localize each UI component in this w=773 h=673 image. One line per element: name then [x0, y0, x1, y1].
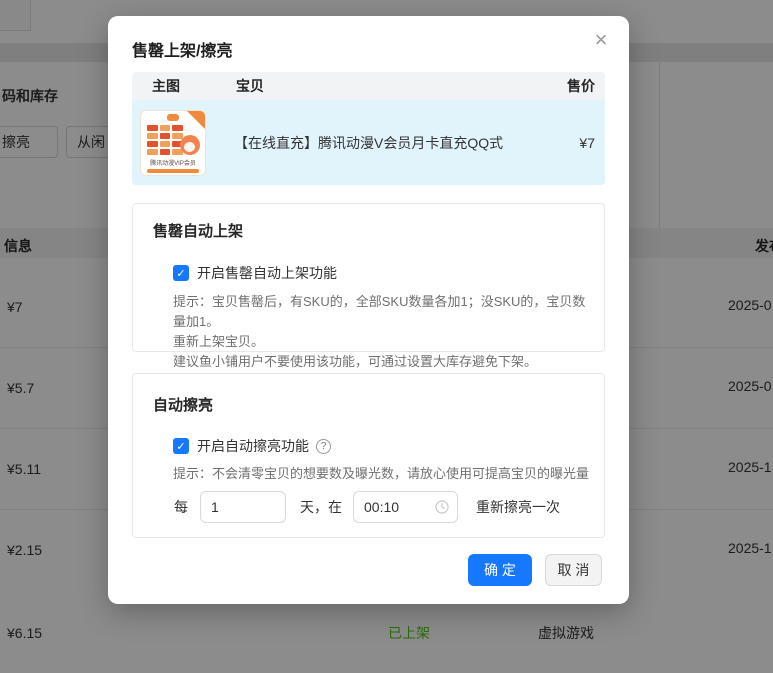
soldout-hint-text: 提示：宝贝售罄后，有SKU的，全部SKU数量各加1；没SKU的，宝贝数量加1。 … [173, 292, 593, 372]
brand-logo-icon [167, 113, 179, 121]
section-heading: 售罄自动上架 [153, 223, 244, 240]
page: 码和库存 擦亮 从闲 信息 发布 ：¥7 ：¥5.7 ：¥5.11 ：¥2.15… [0, 0, 773, 673]
column-main-image: 主图 [152, 78, 180, 94]
close-icon[interactable]: × [589, 28, 613, 52]
polish-checkbox-row: ✓ 开启自动擦亮功能 ? [173, 436, 331, 456]
hint-line: 提示：宝贝售罄后，有SKU的，全部SKU数量各加1；没SKU的，宝贝数量加1。 [173, 294, 586, 329]
product-table: 主图 宝贝 售价 腾讯动漫VIP会员 【在线直充】腾讯动漫V会员月卡直充QQ式 … [132, 72, 605, 185]
soldout-polish-dialog: 售罄上架/擦亮 × 主图 宝贝 售价 腾讯动漫VIP会员 【在线直充】腾讯动漫V… [108, 16, 629, 604]
help-icon[interactable]: ? [316, 438, 331, 454]
product-row: 腾讯动漫VIP会员 【在线直充】腾讯动漫V会员月卡直充QQ式 ¥7 [132, 100, 605, 185]
schedule-prefix: 每 [174, 499, 188, 515]
polish-hint-text: 提示：不会清零宝贝的想要数及曝光数，请放心使用可提高宝贝的曝光量 [173, 464, 593, 484]
product-title: 【在线直充】腾讯动漫V会员月卡直充QQ式 [234, 134, 504, 151]
hint-line: 重新上架宝贝。 [173, 334, 265, 349]
soldout-checkbox-row: ✓ 开启售罄自动上架功能 [173, 263, 337, 283]
ribbon-icon [187, 110, 205, 129]
dialog-title: 售罄上架/擦亮 [132, 43, 233, 60]
thumbnail-text-blocks [147, 124, 183, 155]
product-table-header: 主图 宝贝 售价 [132, 72, 605, 100]
section-soldout-auto-relist: 售罄自动上架 ✓ 开启售罄自动上架功能 提示：宝贝售罄后，有SKU的，全部SKU… [132, 203, 605, 369]
schedule-middle: 天，在 [300, 499, 342, 515]
time-picker[interactable] [353, 491, 458, 523]
thumbnail-caption: 腾讯动漫VIP会员 [150, 160, 196, 167]
product-thumbnail: 腾讯动漫VIP会员 [140, 109, 206, 176]
product-price: ¥7 [579, 134, 595, 151]
days-input[interactable] [200, 491, 286, 523]
confirm-button[interactable]: 确 定 [468, 554, 532, 586]
section-auto-polish: 自动擦亮 ✓ 开启自动擦亮功能 ? 提示：不会清零宝贝的想要数及曝光数，请放心使… [132, 373, 605, 538]
mascot-icon [180, 134, 200, 155]
hint-line: 提示：不会清零宝贝的想要数及曝光数，请放心使用可提高宝贝的曝光量 [173, 466, 590, 481]
schedule-suffix: 重新擦亮一次 [476, 499, 560, 515]
cancel-button[interactable]: 取 消 [545, 554, 602, 586]
section-heading: 自动擦亮 [153, 397, 214, 414]
hint-line: 建议鱼小铺用户不要使用该功能，可通过设置大库存避免下架。 [173, 354, 538, 369]
thumbnail-pill [147, 168, 199, 173]
polish-checkbox[interactable]: ✓ [173, 438, 189, 454]
soldout-checkbox-label[interactable]: 开启售罄自动上架功能 [197, 263, 337, 283]
column-price: 售价 [567, 78, 595, 94]
clock-icon [435, 500, 449, 514]
polish-schedule-row: 每 天，在 重新擦亮一次 [174, 491, 560, 523]
soldout-checkbox[interactable]: ✓ [173, 265, 189, 281]
polish-checkbox-label[interactable]: 开启自动擦亮功能 [197, 436, 309, 456]
column-item: 宝贝 [236, 78, 264, 94]
